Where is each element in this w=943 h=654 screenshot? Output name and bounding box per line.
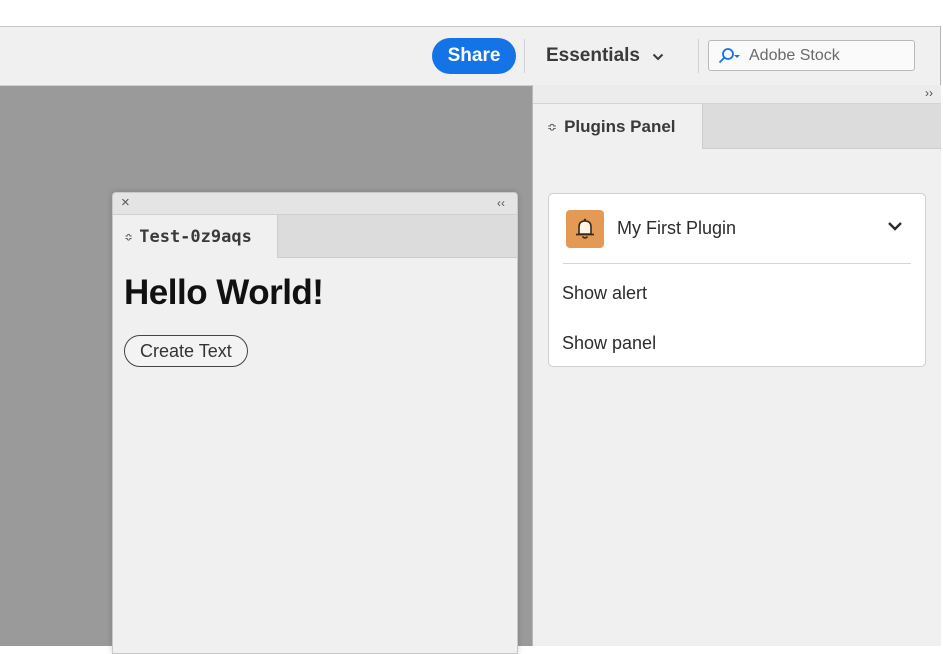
floating-panel: × ‹‹ ≎ Test-0z9aqs Hello World! Create T… (112, 192, 518, 654)
divider (563, 263, 911, 264)
collapse-dock-button[interactable]: ›› (925, 85, 933, 101)
search-input[interactable] (749, 46, 899, 65)
toolbar-divider (524, 39, 525, 73)
tab-plugins-panel[interactable]: ≎ Plugins Panel (533, 104, 703, 149)
workspace-label: Essentials (546, 45, 640, 66)
chevron-down-icon (652, 53, 664, 61)
right-dock: ›› ≎ Plugins Panel My First Plugin Show … (532, 85, 941, 646)
updown-arrows-icon: ≎ (547, 119, 558, 134)
tab-label: Test-0z9aqs (139, 226, 252, 247)
top-bar: Share Essentials (0, 26, 940, 86)
tab-test-panel[interactable]: ≎ Test-0z9aqs (113, 215, 278, 258)
close-icon[interactable]: × (121, 194, 130, 212)
bell-icon (566, 210, 604, 248)
search-icon (718, 47, 740, 63)
plugin-header[interactable]: My First Plugin (549, 194, 925, 264)
create-text-button[interactable]: Create Text (124, 335, 248, 367)
panel-titlebar[interactable]: × ‹‹ (113, 193, 517, 215)
dock-header: ›› (533, 85, 941, 104)
panel-heading: Hello World! (124, 273, 324, 312)
app-window: Share Essentials ›› ≎ Plugins Panel (0, 26, 941, 654)
collapse-panel-button[interactable]: ‹‹ (497, 195, 505, 211)
dock-tab-bar: ≎ Plugins Panel (533, 104, 941, 149)
workspace-switcher[interactable]: Essentials (546, 41, 664, 71)
menu-item-show-panel[interactable]: Show panel (562, 333, 656, 354)
chevron-down-icon (888, 222, 902, 231)
adobe-stock-search[interactable] (708, 40, 915, 71)
plugin-name: My First Plugin (617, 218, 737, 238)
share-button[interactable]: Share (432, 38, 516, 74)
panel-tab-bar: ≎ Test-0z9aqs (113, 215, 517, 258)
toolbar-divider (698, 39, 699, 73)
menu-item-show-alert[interactable]: Show alert (562, 283, 647, 304)
tab-label: Plugins Panel (564, 116, 676, 136)
plugin-card: My First Plugin Show alert Show panel (548, 193, 926, 367)
updown-arrows-icon: ≎ (125, 229, 133, 244)
